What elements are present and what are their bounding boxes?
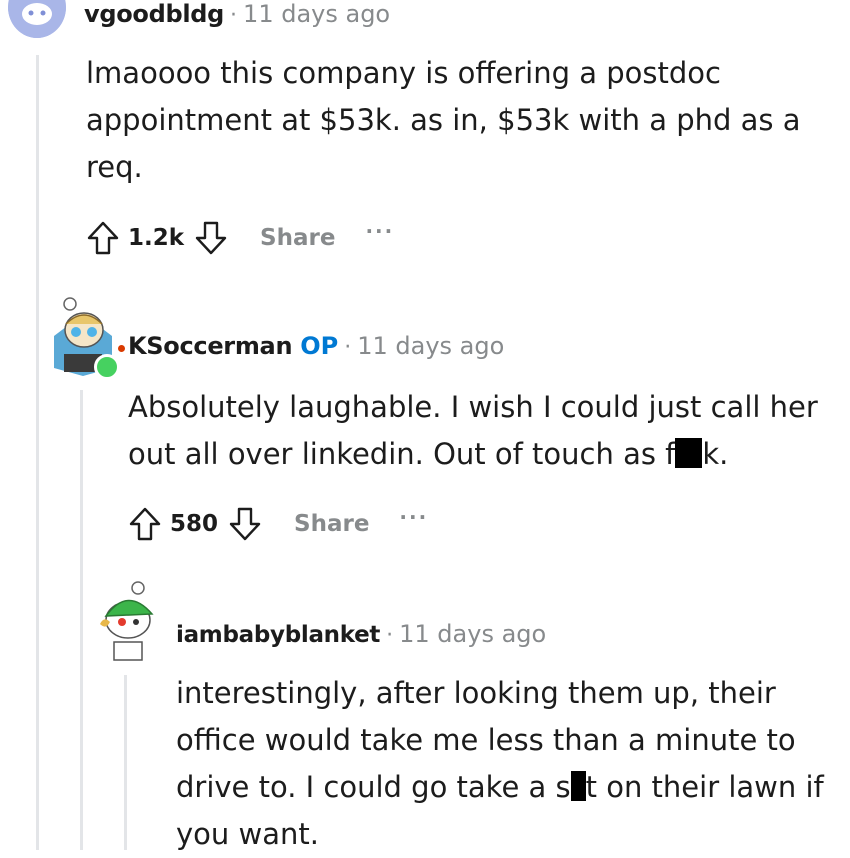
vote-score: 580	[170, 511, 219, 537]
vote-score: 1.2k	[128, 225, 185, 251]
comment-1-actions: 1.2k Share ···	[82, 214, 394, 262]
timestamp[interactable]: 11 days ago	[399, 620, 546, 648]
snoo-avatar-icon	[100, 581, 154, 661]
username[interactable]: vgoodbldg	[84, 0, 224, 28]
meta-separator: ·	[344, 335, 352, 360]
upvote-arrow-icon[interactable]	[124, 503, 166, 545]
comment-line: Absolutely laughable. I wish I could jus…	[128, 390, 818, 424]
censor-block	[570, 771, 586, 801]
thread-line-2[interactable]	[80, 390, 83, 850]
comment-line: req.	[86, 150, 143, 184]
comment-line-fragment: out all over linkedin. Out of touch as f	[128, 437, 676, 471]
thread-line-1[interactable]	[36, 55, 39, 850]
avatar-iambabyblanket[interactable]	[96, 580, 162, 662]
comment-line: out all over linkedin. Out of touch as f…	[128, 431, 818, 478]
op-badge: OP	[300, 332, 339, 360]
upvote-arrow-icon[interactable]	[82, 217, 124, 259]
downvote-arrow-icon[interactable]	[224, 503, 266, 545]
username[interactable]: iambabyblanket	[176, 622, 380, 648]
comment-line: drive to. I could go take a s t on their …	[176, 764, 824, 811]
censor-block	[675, 438, 703, 468]
comment-line: interestingly, after looking them up, th…	[176, 676, 776, 710]
timestamp[interactable]: 11 days ago	[357, 332, 504, 360]
avatar-vgoodbldg[interactable]	[8, 0, 66, 38]
meta-separator: ·	[386, 623, 394, 648]
share-button[interactable]: Share	[294, 511, 369, 537]
more-options-icon[interactable]: ···	[399, 505, 428, 529]
thread-line-3[interactable]	[124, 675, 127, 850]
comment-2-header: KSoccerman OP · 11 days ago	[128, 332, 504, 360]
comment-line: appointment at $53k. as in, $53k with a …	[86, 103, 801, 137]
share-button[interactable]: Share	[260, 225, 335, 251]
comment-1-header: vgoodbldg · 11 days ago	[84, 0, 390, 28]
comment-2-actions: 580 Share ···	[124, 500, 428, 548]
more-options-icon[interactable]: ···	[365, 219, 394, 243]
comment-line: lmaoooo this company is offering a postd…	[86, 56, 721, 90]
avatar-ksoccerman[interactable]	[50, 296, 120, 380]
comment-line-fragment: t on their lawn if	[585, 770, 824, 804]
online-status-indicator	[94, 354, 120, 380]
collapse-chevron-icon[interactable]	[118, 345, 125, 352]
comment-line-fragment: drive to. I could go take a s	[176, 770, 571, 804]
downvote-arrow-icon[interactable]	[190, 217, 232, 259]
comment-3-body: interestingly, after looking them up, th…	[176, 670, 824, 858]
username[interactable]: KSoccerman	[128, 332, 293, 360]
comment-2-body: Absolutely laughable. I wish I could jus…	[128, 384, 818, 478]
timestamp[interactable]: 11 days ago	[243, 0, 390, 28]
comment-line: you want.	[176, 817, 319, 851]
reddit-avatar-icon	[8, 0, 66, 38]
comment-line: office would take me less than a minute …	[176, 723, 796, 757]
comment-line-fragment: k.	[702, 437, 729, 471]
comment-1-body: lmaoooo this company is offering a postd…	[86, 50, 801, 191]
comment-3-header: iambabyblanket · 11 days ago	[176, 620, 546, 648]
meta-separator: ·	[230, 3, 238, 28]
